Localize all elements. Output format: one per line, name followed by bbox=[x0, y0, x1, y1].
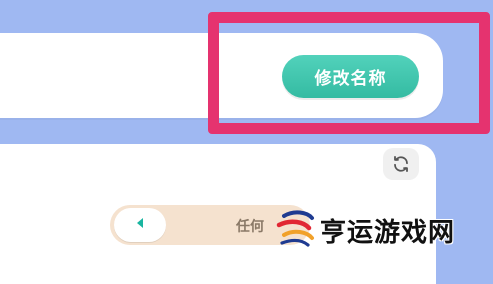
back-button[interactable] bbox=[114, 208, 166, 242]
selector-text: 任何 bbox=[236, 219, 264, 235]
refresh-icon bbox=[392, 155, 410, 173]
brand-logo-icon bbox=[274, 205, 316, 253]
highlight-frame bbox=[208, 12, 490, 134]
watermark-text: 亨运游戏网 bbox=[320, 218, 456, 248]
refresh-button[interactable] bbox=[383, 148, 419, 180]
triangle-left-icon bbox=[132, 215, 148, 235]
